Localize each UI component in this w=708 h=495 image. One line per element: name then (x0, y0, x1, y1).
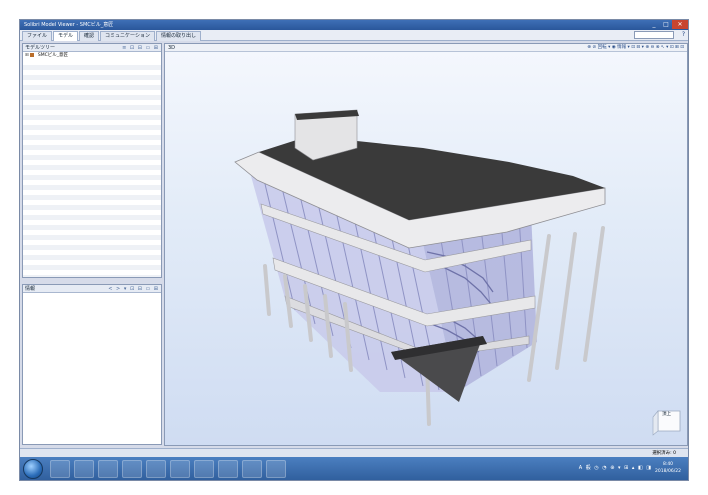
title-bar: Solibri Model Viewer - SMCビル_意匠 _ □ ✕ (20, 20, 688, 30)
navigation-cube-icon[interactable] (650, 403, 684, 437)
info-panel-title: 情報 (25, 286, 36, 292)
tree-empty-rows (23, 60, 161, 277)
taskbar-apps (50, 460, 290, 478)
app-notes-icon[interactable] (194, 460, 214, 478)
status-bar: 選択済み: 0 (20, 448, 688, 457)
model-tree-toolbar[interactable]: ≡ ⊡ ⊟ ▭ ⊞ (122, 44, 159, 52)
tree-item-model[interactable]: ⊞ SMCビル_意匠 (23, 52, 161, 59)
search-input[interactable] (634, 31, 674, 39)
start-button[interactable] (23, 459, 43, 479)
info-panel: 情報 < > ▾ ⊡ ⊟ ▭ ⊞ (22, 284, 162, 445)
tab-check[interactable]: 確認 (79, 31, 100, 41)
window-title: Solibri Model Viewer - SMCビル_意匠 (24, 22, 114, 28)
navigation-cube[interactable]: 頂上 (650, 403, 684, 437)
help-icon[interactable]: ? (682, 31, 685, 39)
info-panel-toolbar[interactable]: < > ▾ ⊡ ⊟ ▭ ⊞ (108, 285, 159, 293)
app-mail-icon[interactable] (98, 460, 118, 478)
info-panel-header: 情報 < > ▾ ⊡ ⊟ ▭ ⊞ (23, 285, 161, 293)
close-button[interactable]: ✕ (672, 20, 688, 29)
app-pdf-icon[interactable] (170, 460, 190, 478)
clock-date: 2018/06/22 (655, 469, 681, 474)
app-settings-icon[interactable] (242, 460, 262, 478)
app-chrome-icon[interactable] (146, 460, 166, 478)
expand-toggle-icon[interactable]: ⊞ (25, 52, 29, 59)
system-tray[interactable]: A 般 ◷ ◔ ⊕ ▾ ⊞ ▴ ◧ ◨ (579, 464, 652, 471)
3d-view-title: 3D (168, 45, 176, 51)
screen: Solibri Model Viewer - SMCビル_意匠 _ □ ✕ ファ… (0, 0, 708, 495)
window-controls: _ □ ✕ (648, 20, 688, 30)
app-folder-icon[interactable] (122, 460, 142, 478)
minimize-button[interactable]: _ (648, 20, 660, 29)
app-solibri-icon[interactable] (266, 460, 286, 478)
navcube-face-label: 頂上 (662, 412, 671, 417)
clock-time: 8:40 (662, 462, 674, 467)
ribbon-tabs: ファイル モデル 確認 コミュニケーション 情報の取り出し ? (20, 30, 688, 41)
tab-communication[interactable]: コミュニケーション (100, 31, 155, 41)
app-window: Solibri Model Viewer - SMCビル_意匠 _ □ ✕ ファ… (19, 19, 689, 481)
tab-model[interactable]: モデル (53, 31, 79, 41)
app-image-viewer-icon[interactable] (50, 460, 70, 478)
3d-view-toolbar[interactable]: ⊕ ⊘ 回転 ▾ ◉ 情報 ▾ ⊡ ⊟ ▾ ⊕ ⊖ ⊗ ↖ ▾ ⊡ ⊞ ⊡ (587, 44, 684, 52)
system-clock[interactable]: 8:40 2018/06/22 (651, 461, 685, 475)
os-taskbar: A 般 ◷ ◔ ⊕ ▾ ⊞ ▴ ◧ ◨ 8:40 2018/06/22 (20, 457, 688, 480)
3d-view-header: 3D ⊕ ⊘ 回転 ▾ ◉ 情報 ▾ ⊡ ⊟ ▾ ⊕ ⊖ ⊗ ↖ ▾ ⊡ ⊞ ⊡ (165, 44, 687, 52)
model-tree-title: モデルツリー (25, 45, 56, 51)
3d-scene[interactable]: 頂上 (165, 52, 687, 446)
3d-view-panel: 3D ⊕ ⊘ 回転 ▾ ◉ 情報 ▾ ⊡ ⊟ ▾ ⊕ ⊖ ⊗ ↖ ▾ ⊡ ⊞ ⊡ (164, 43, 688, 446)
tab-file[interactable]: ファイル (22, 31, 53, 41)
building-icon (30, 52, 35, 57)
tab-information-takeoff[interactable]: 情報の取り出し (155, 31, 201, 41)
tree-item-label: SMCビル_意匠 (37, 53, 69, 58)
model-tree-header: モデルツリー ≡ ⊡ ⊟ ▭ ⊞ (23, 44, 161, 52)
maximize-button[interactable]: □ (660, 20, 672, 29)
model-tree-panel: モデルツリー ≡ ⊡ ⊟ ▭ ⊞ ⊞ SMCビル_意匠 (22, 43, 162, 278)
building-model[interactable] (165, 52, 687, 446)
app-ie-icon[interactable] (218, 460, 238, 478)
app-media-icon[interactable] (74, 460, 94, 478)
